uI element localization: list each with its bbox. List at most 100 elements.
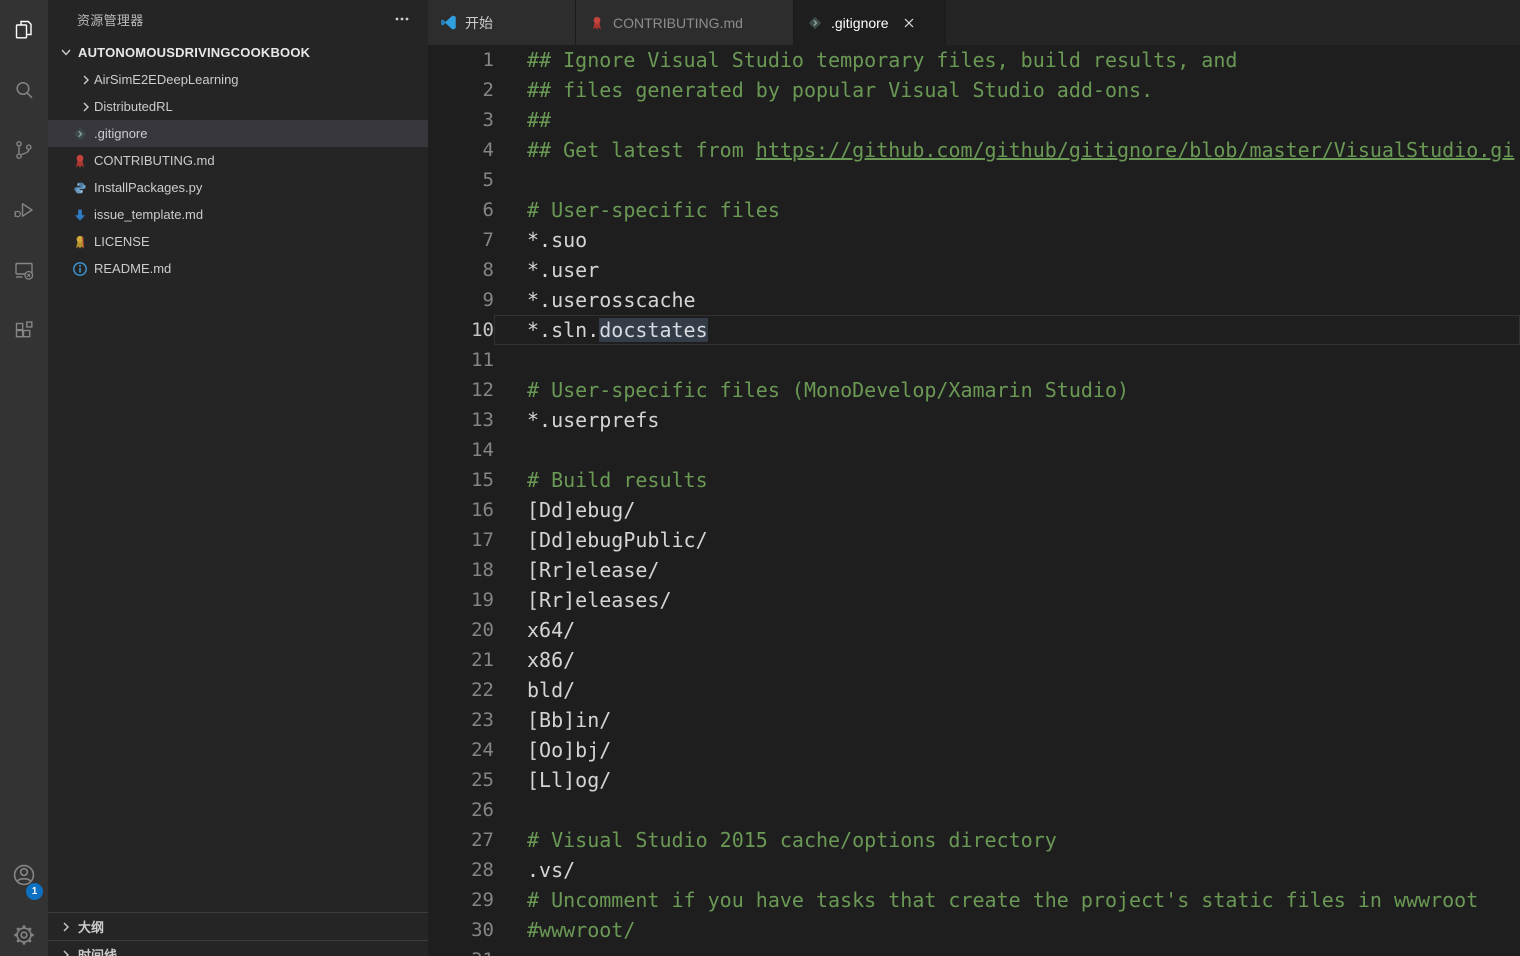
code-line-16[interactable]: 16[Dd]ebug/ xyxy=(428,495,1520,525)
line-number[interactable]: 27 xyxy=(428,825,494,855)
tree-root-folder[interactable]: AUTONOMOUSDRIVINGCOOKBOOK xyxy=(48,38,428,66)
extensions-button[interactable] xyxy=(0,302,48,362)
tree-item-license[interactable]: LICENSE xyxy=(48,228,428,255)
code-line-20[interactable]: 20 x64/ xyxy=(428,615,1520,645)
code-line-3[interactable]: 3 ## xyxy=(428,105,1520,135)
line-number[interactable]: 19 xyxy=(428,585,494,615)
more-actions-button[interactable] xyxy=(392,9,412,29)
line-number[interactable]: 31 xyxy=(428,945,494,956)
code-line-18[interactable]: 18[Rr]elease/ xyxy=(428,555,1520,585)
code-segment: ## xyxy=(527,108,551,132)
line-number[interactable]: 15 xyxy=(428,465,494,495)
code-segment: x64/ xyxy=(527,618,575,642)
tree-item-airsim-e2e-deep-learning[interactable]: AirSimE2EDeepLearning xyxy=(48,66,428,93)
code-line-26[interactable]: 26 xyxy=(428,795,1520,825)
code-line-25[interactable]: 25[Ll]og/ xyxy=(428,765,1520,795)
code-line-22[interactable]: 22 bld/ xyxy=(428,675,1520,705)
tab-gitignore[interactable]: .gitignore xyxy=(794,0,946,45)
code-line-27[interactable]: 27# Visual Studio 2015 cache/options dir… xyxy=(428,825,1520,855)
timeline-section-header[interactable]: 时间线 xyxy=(48,940,428,956)
line-number[interactable]: 26 xyxy=(428,795,494,825)
line-number[interactable]: 14 xyxy=(428,435,494,465)
code-line-5[interactable]: 5 xyxy=(428,165,1520,195)
line-number[interactable]: 24 xyxy=(428,735,494,765)
tree-item-readme-md[interactable]: README.md xyxy=(48,255,428,282)
line-number[interactable]: 2 xyxy=(428,75,494,105)
code-line-2[interactable]: 2 ## files generated by popular Visual St… xyxy=(428,75,1520,105)
line-number[interactable]: 6 xyxy=(428,195,494,225)
line-number[interactable]: 4 xyxy=(428,135,494,165)
code-line-13[interactable]: 13*.userprefs xyxy=(428,405,1520,435)
code-line-1[interactable]: 1## Ignore Visual Studio temporary files… xyxy=(428,45,1520,75)
line-number[interactable]: 29 xyxy=(428,885,494,915)
line-number[interactable]: 25 xyxy=(428,765,494,795)
run-debug-button[interactable] xyxy=(0,182,48,242)
line-number[interactable]: 20 xyxy=(428,615,494,645)
code-line-14[interactable]: 14 xyxy=(428,435,1520,465)
settings-button[interactable] xyxy=(0,907,48,956)
tree-item-distributed-rl[interactable]: DistributedRL xyxy=(48,93,428,120)
code-line-24[interactable]: 24[Oo]bj/ xyxy=(428,735,1520,765)
gear-icon xyxy=(11,922,37,953)
line-number[interactable]: 16 xyxy=(428,495,494,525)
tree-item-gitignore[interactable]: .gitignore xyxy=(48,120,428,147)
code-line-10[interactable]: 10*.sln.docstates xyxy=(428,315,1520,345)
line-number[interactable]: 17 xyxy=(428,525,494,555)
line-text: # User-specific files xyxy=(527,195,780,225)
code-line-21[interactable]: 21x86/ xyxy=(428,645,1520,675)
account-badge: 1 xyxy=(26,883,43,900)
code-line-7[interactable]: 7*.suo xyxy=(428,225,1520,255)
tree-item-label: issue_template.md xyxy=(94,207,203,222)
code-editor[interactable]: 1## Ignore Visual Studio temporary files… xyxy=(428,45,1520,956)
code-segment: [Dd]ebugPublic/ xyxy=(527,528,708,552)
tab-welcome[interactable]: 开始 xyxy=(428,0,576,45)
search-button[interactable] xyxy=(0,62,48,122)
accounts-button[interactable]: 1 xyxy=(0,847,48,907)
source-control-button[interactable] xyxy=(0,122,48,182)
code-line-17[interactable]: 17 [Dd]ebugPublic/ xyxy=(428,525,1520,555)
tab-contributing-md[interactable]: CONTRIBUTING.md xyxy=(576,0,794,45)
close-tab-button[interactable] xyxy=(899,13,919,33)
files-icon xyxy=(12,18,36,47)
code-line-8[interactable]: 8*.user xyxy=(428,255,1520,285)
line-number[interactable]: 30 xyxy=(428,915,494,945)
gitignore-url-link[interactable]: https://github.com/github/gitignore/blob… xyxy=(756,138,1515,162)
extensions-icon xyxy=(12,318,36,347)
remote-explorer-button[interactable] xyxy=(0,242,48,302)
line-number[interactable]: 18 xyxy=(428,555,494,585)
line-text: ## files generated by popular Visual Stu… xyxy=(527,75,1153,105)
code-line-6[interactable]: 6 # User-specific files xyxy=(428,195,1520,225)
line-number[interactable]: 21 xyxy=(428,645,494,675)
line-number[interactable]: 3 xyxy=(428,105,494,135)
code-line-29[interactable]: 29# Uncomment if you have tasks that cre… xyxy=(428,885,1520,915)
line-number[interactable]: 12 xyxy=(428,375,494,405)
line-number[interactable]: 9 xyxy=(428,285,494,315)
outline-section-header[interactable]: 大纲 xyxy=(48,912,428,940)
line-text: ## Get latest from https://github.com/gi… xyxy=(527,135,1514,165)
code-line-15[interactable]: 15# Build results xyxy=(428,465,1520,495)
code-line-19[interactable]: 19[Rr]eleases/ xyxy=(428,585,1520,615)
code-line-23[interactable]: 23[Bb]in/ xyxy=(428,705,1520,735)
explorer-button[interactable] xyxy=(0,2,48,62)
line-number[interactable]: 7 xyxy=(428,225,494,255)
code-line-9[interactable]: 9*.userosscache xyxy=(428,285,1520,315)
line-number[interactable]: 5 xyxy=(428,165,494,195)
line-number[interactable]: 8 xyxy=(428,255,494,285)
code-line-28[interactable]: 28.vs/ xyxy=(428,855,1520,885)
tree-item-install-packages-py[interactable]: InstallPackages.py xyxy=(48,174,428,201)
code-segment: bld/ xyxy=(527,678,575,702)
tree-item-contributing-md[interactable]: CONTRIBUTING.md xyxy=(48,147,428,174)
code-line-4[interactable]: 4 ## Get latest from https://github.com/g… xyxy=(428,135,1520,165)
line-number[interactable]: 1 xyxy=(428,45,494,75)
code-line-30[interactable]: 30#wwwroot/ xyxy=(428,915,1520,945)
tree-item-issue-template-md[interactable]: issue_template.md xyxy=(48,201,428,228)
code-line-12[interactable]: 12# User-specific files (MonoDevelop/Xam… xyxy=(428,375,1520,405)
line-number[interactable]: 22 xyxy=(428,675,494,705)
code-line-11[interactable]: 11 xyxy=(428,345,1520,375)
line-number[interactable]: 10 xyxy=(428,315,494,345)
line-number[interactable]: 11 xyxy=(428,345,494,375)
line-number[interactable]: 28 xyxy=(428,855,494,885)
line-number[interactable]: 13 xyxy=(428,405,494,435)
line-number[interactable]: 23 xyxy=(428,705,494,735)
code-line-31[interactable]: 31 xyxy=(428,945,1520,956)
